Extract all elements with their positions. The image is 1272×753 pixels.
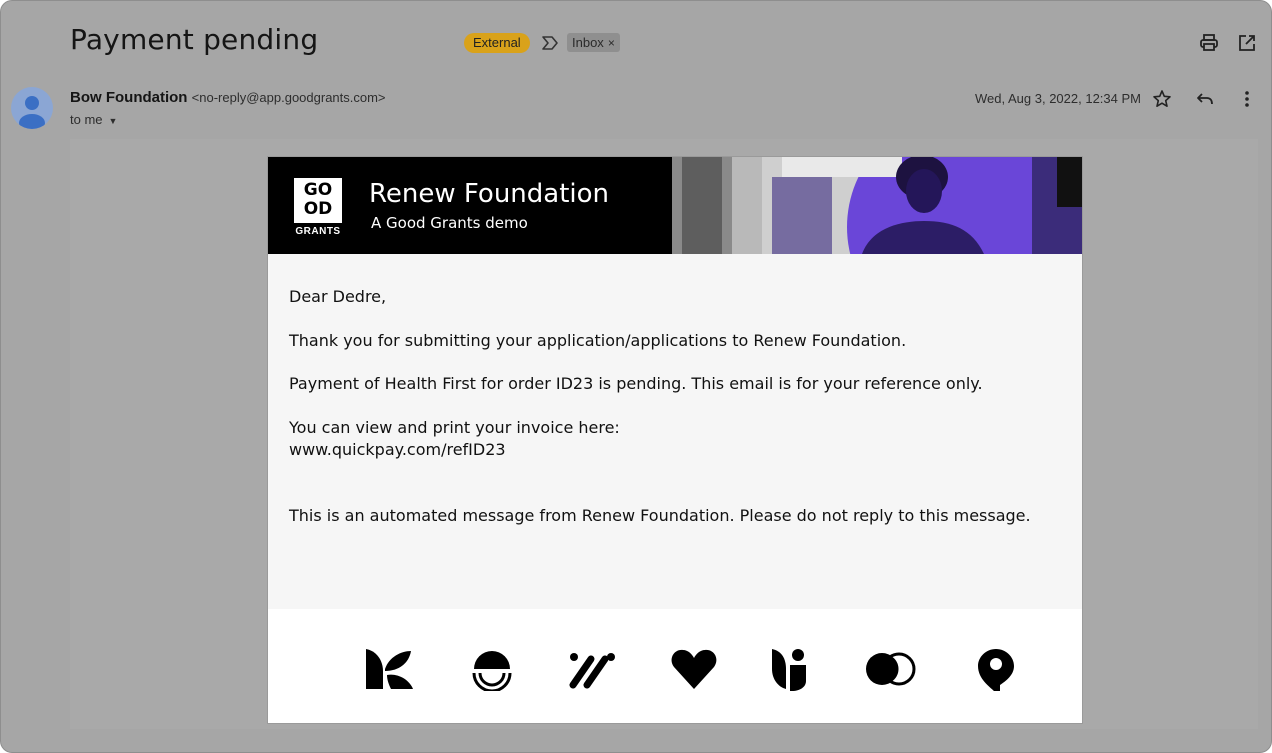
message-paragraph-4: This is an automated message from Renew … [289,506,1031,525]
person-icon [19,96,45,129]
reply-icon[interactable] [1195,89,1215,109]
email-window: Payment pending External Inbox × Bow Foun… [0,0,1272,753]
email-date: Wed, Aug 3, 2022, 12:34 PM [975,91,1141,106]
chevron-down-icon: ▼ [108,116,118,126]
slash-marks-logo-icon [569,653,615,689]
star-icon[interactable] [1152,89,1172,109]
message-paragraph-2: Payment of Health First for order ID23 i… [289,374,983,393]
email-subject: Payment pending [70,23,319,56]
email-footer [268,609,1082,723]
email-banner: GO OD GRANTS Renew Foundation A Good Gra… [268,157,1082,254]
good-grants-logo: GO OD [294,178,342,223]
message-paragraph-3: You can view and print your invoice here… [289,418,620,437]
leaf-logo-icon [366,649,413,689]
external-label: External [464,33,530,53]
banner-photo [672,157,1082,254]
logo-text-top: GO [303,180,333,200]
sender-name[interactable]: Bow Foundation [70,89,187,106]
recipients-text: to me [70,112,103,127]
logo-text-bottom: OD [303,199,333,219]
heart-logo-icon [671,649,717,689]
remove-label-icon[interactable]: × [608,36,615,50]
greeting-text: Dear Dedre, [289,287,387,306]
sender-line: Bow Foundation <no-reply@app.goodgrants.… [70,89,386,106]
importance-marker-icon[interactable] [541,35,559,51]
banner-title: Renew Foundation [369,179,610,209]
inbox-label: Inbox × [567,33,620,52]
overlap-circles-logo-icon [866,652,916,686]
sprout-logo-icon [772,649,806,691]
sender-email: <no-reply@app.goodgrants.com> [191,90,386,105]
email-message-card: GO OD GRANTS Renew Foundation A Good Gra… [267,156,1083,724]
recipients-toggle[interactable]: to me ▼ [70,112,117,127]
banner-subtitle: A Good Grants demo [371,214,528,232]
logo-wordmark: GRANTS [295,226,341,237]
pin-logo-icon [978,649,1014,691]
open-in-new-window-icon[interactable] [1237,33,1257,53]
message-paragraph-1: Thank you for submitting your applicatio… [289,331,907,350]
sender-avatar [11,87,53,129]
more-options-icon[interactable] [1237,89,1257,109]
half-circle-logo-icon [472,651,512,691]
print-icon[interactable] [1199,33,1219,53]
invoice-link[interactable]: www.quickpay.com/refID23 [289,440,506,459]
inbox-label-text: Inbox [572,35,604,50]
